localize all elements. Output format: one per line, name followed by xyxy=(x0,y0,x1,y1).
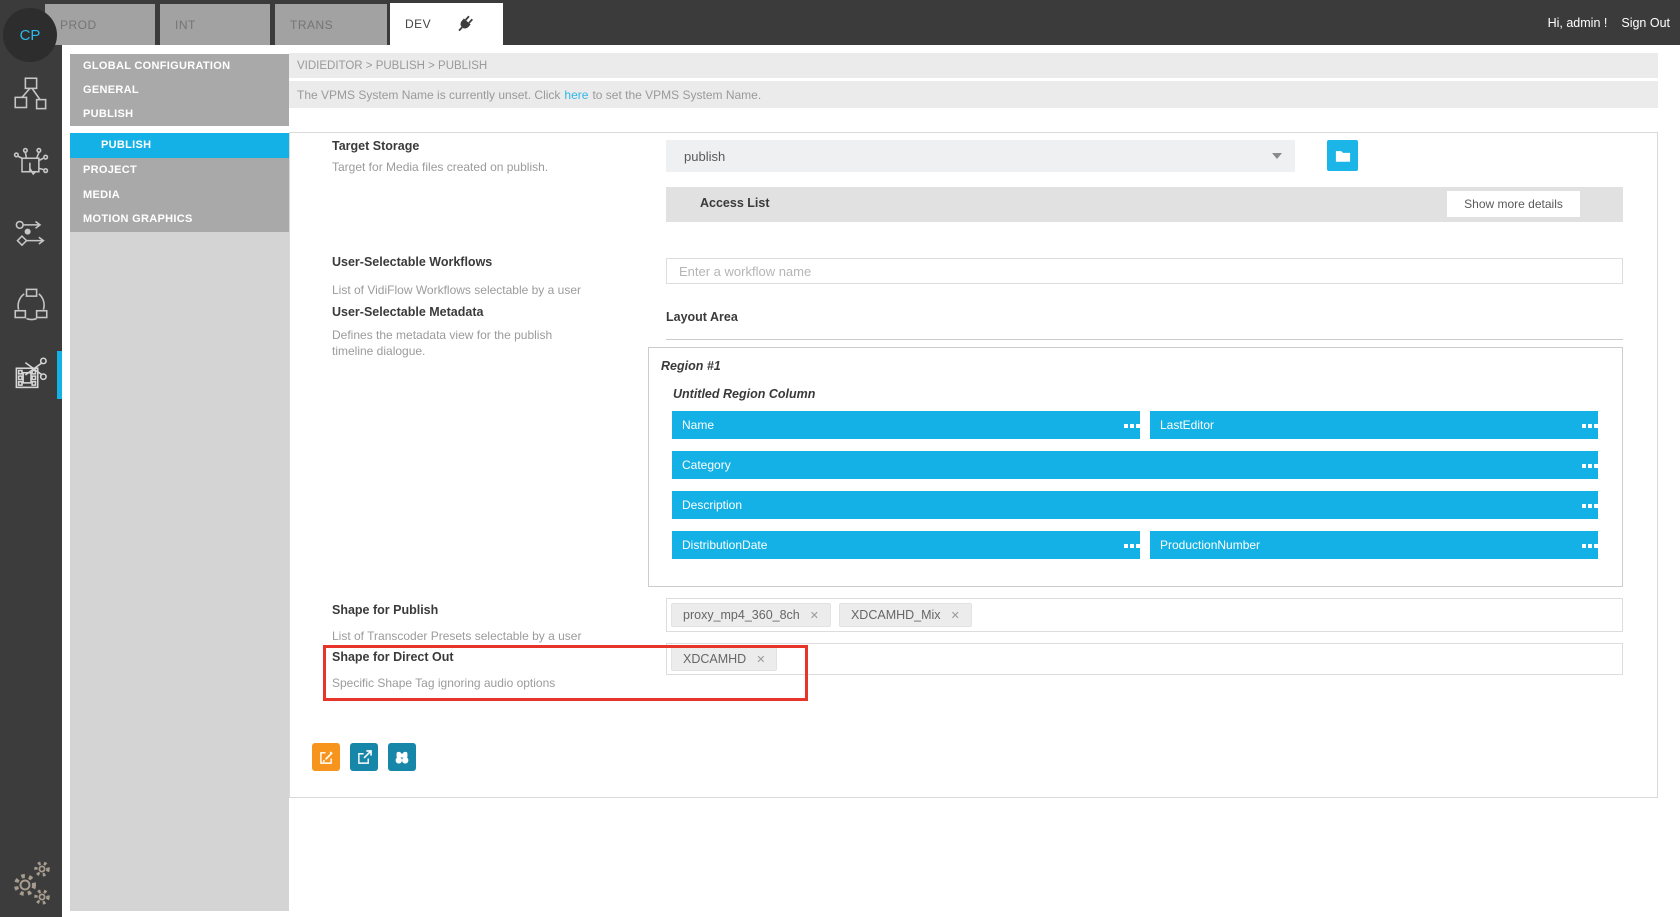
set-vpms-name-link[interactable]: here xyxy=(564,88,588,102)
layout-area-label: Layout Area xyxy=(666,310,738,324)
tag-proxy-mp4: proxy_mp4_360_8ch ✕ xyxy=(671,603,831,627)
avatar-initials: CP xyxy=(20,27,41,44)
tab-label: PROD xyxy=(60,18,97,32)
layout-field-label: ProductionNumber xyxy=(1160,538,1260,552)
notice-text: to set the VPMS System Name. xyxy=(592,88,761,102)
target-storage-label: Target Storage xyxy=(332,139,419,153)
target-storage-select[interactable]: publish xyxy=(666,140,1295,172)
open-external-button[interactable] xyxy=(350,743,378,771)
layout-field-label: Category xyxy=(682,458,731,472)
external-link-icon xyxy=(357,750,372,765)
menu-item-project[interactable]: PROJECT xyxy=(70,158,289,183)
plug-icon xyxy=(452,11,477,36)
binoculars-icon xyxy=(394,750,410,765)
active-section-indicator xyxy=(57,351,62,399)
chevron-down-icon xyxy=(1272,153,1282,159)
layout-field-description[interactable]: Description xyxy=(672,491,1598,519)
app-root: CP PROD INT TRANS DEV Hi, admin ! Sign O… xyxy=(0,0,1680,917)
target-storage-value: publish xyxy=(684,149,725,164)
menu-item-media[interactable]: MEDIA xyxy=(70,183,289,207)
remove-tag-icon[interactable]: ✕ xyxy=(810,609,819,622)
avatar[interactable]: CP xyxy=(3,8,57,62)
layout-field-category[interactable]: Category xyxy=(672,451,1598,479)
layout-field-label: LastEditor xyxy=(1160,418,1214,432)
region-column-title: Untitled Region Column xyxy=(673,387,815,401)
workflow-name-input[interactable] xyxy=(666,258,1623,284)
tag-label: XDCAMHD_Mix xyxy=(851,608,941,622)
tab-trans[interactable]: TRANS xyxy=(275,4,387,45)
tab-label: INT xyxy=(175,18,196,32)
preview-button[interactable] xyxy=(388,743,416,771)
menu-item-label: MEDIA xyxy=(83,189,120,201)
menu-item-general[interactable]: GENERAL xyxy=(70,78,289,102)
menu-group-top: GLOBAL CONFIGURATION GENERAL PUBLISH xyxy=(70,54,289,126)
workflows-label: User-Selectable Workflows xyxy=(332,255,492,269)
drag-handle-icon[interactable] xyxy=(1124,424,1128,428)
layout-field-name[interactable]: Name xyxy=(672,411,1140,439)
menu-group-bottom: PROJECT MEDIA MOTION GRAPHICS xyxy=(70,158,289,232)
interactive-config-icon[interactable] xyxy=(13,147,49,183)
drag-handle-icon[interactable] xyxy=(1582,504,1586,508)
tab-dev[interactable]: DEV xyxy=(390,3,503,45)
drag-handle-icon[interactable] xyxy=(1582,464,1586,468)
drag-handle-icon[interactable] xyxy=(1582,424,1586,428)
shape-publish-label: Shape for Publish xyxy=(332,603,438,617)
remove-tag-icon[interactable]: ✕ xyxy=(951,609,960,622)
sign-out-link[interactable]: Sign Out xyxy=(1621,16,1670,30)
edit-pencil-icon xyxy=(319,750,334,765)
shape-publish-description: List of Transcoder Presets selectable by… xyxy=(332,629,581,643)
breadcrumb: VIDIEDITOR > PUBLISH > PUBLISH xyxy=(289,53,1658,78)
tab-label: TRANS xyxy=(290,18,333,32)
region-title: Region #1 xyxy=(661,359,721,373)
tag-xdcamhd-mix: XDCAMHD_Mix ✕ xyxy=(839,603,972,627)
drag-handle-icon[interactable] xyxy=(1124,544,1128,548)
workflow-icon[interactable] xyxy=(13,217,49,253)
tag-label: proxy_mp4_360_8ch xyxy=(683,608,800,622)
menu-item-label: GLOBAL CONFIGURATION xyxy=(83,60,230,72)
menu-item-global-configuration[interactable]: GLOBAL CONFIGURATION xyxy=(70,54,289,78)
folder-icon xyxy=(1335,149,1351,163)
layout-field-label: Description xyxy=(682,498,742,512)
menu-item-label: PROJECT xyxy=(83,164,137,176)
workflows-description: List of VidiFlow Workflows selectable by… xyxy=(332,283,581,297)
system-notice: The VPMS System Name is currently unset.… xyxy=(289,81,1658,108)
layout-field-label: DistributionDate xyxy=(682,538,767,552)
highlight-rectangle xyxy=(323,645,808,701)
target-storage-description: Target for Media files created on publis… xyxy=(332,160,548,174)
edit-button[interactable] xyxy=(312,743,340,771)
show-more-details-button[interactable]: Show more details xyxy=(1447,191,1580,217)
lifecycle-icon[interactable] xyxy=(13,286,49,322)
layout-field-lasteditor[interactable]: LastEditor xyxy=(1150,411,1598,439)
settings-gears-icon[interactable] xyxy=(8,855,52,907)
notice-text: The VPMS System Name is currently unset.… xyxy=(297,88,560,102)
menu-item-label: PUBLISH xyxy=(83,108,133,120)
shape-directout-input[interactable] xyxy=(666,643,1623,675)
metadata-description: Defines the metadata view for the publis… xyxy=(332,327,584,359)
metadata-label: User-Selectable Metadata xyxy=(332,305,483,319)
menu-panel-background xyxy=(70,232,289,911)
layout-field-distributiondate[interactable]: DistributionDate xyxy=(672,531,1140,559)
menu-item-label: GENERAL xyxy=(83,84,139,96)
breadcrumb-path: VIDIEDITOR > PUBLISH > PUBLISH xyxy=(297,60,487,72)
layout-field-productionnumber[interactable]: ProductionNumber xyxy=(1150,531,1598,559)
menu-item-label: PUBLISH xyxy=(101,139,151,151)
drag-handle-icon[interactable] xyxy=(1582,544,1586,548)
browse-storage-button[interactable] xyxy=(1327,140,1358,171)
tab-label: DEV xyxy=(405,17,431,31)
show-more-details-label: Show more details xyxy=(1464,197,1563,211)
menu-item-motion-graphics[interactable]: MOTION GRAPHICS xyxy=(70,207,289,232)
menu-item-publish-selected[interactable]: PUBLISH xyxy=(70,133,289,158)
menu-item-label: MOTION GRAPHICS xyxy=(83,213,193,225)
tab-int[interactable]: INT xyxy=(160,4,270,45)
user-greeting: Hi, admin ! xyxy=(1548,16,1608,30)
layout-field-label: Name xyxy=(682,418,714,432)
tab-prod[interactable]: PROD xyxy=(45,4,155,45)
access-list-label: Access List xyxy=(700,196,769,210)
video-editor-icon[interactable] xyxy=(13,357,49,393)
modules-icon[interactable] xyxy=(13,76,49,112)
divider xyxy=(666,339,1623,340)
menu-item-publish[interactable]: PUBLISH xyxy=(70,102,289,126)
